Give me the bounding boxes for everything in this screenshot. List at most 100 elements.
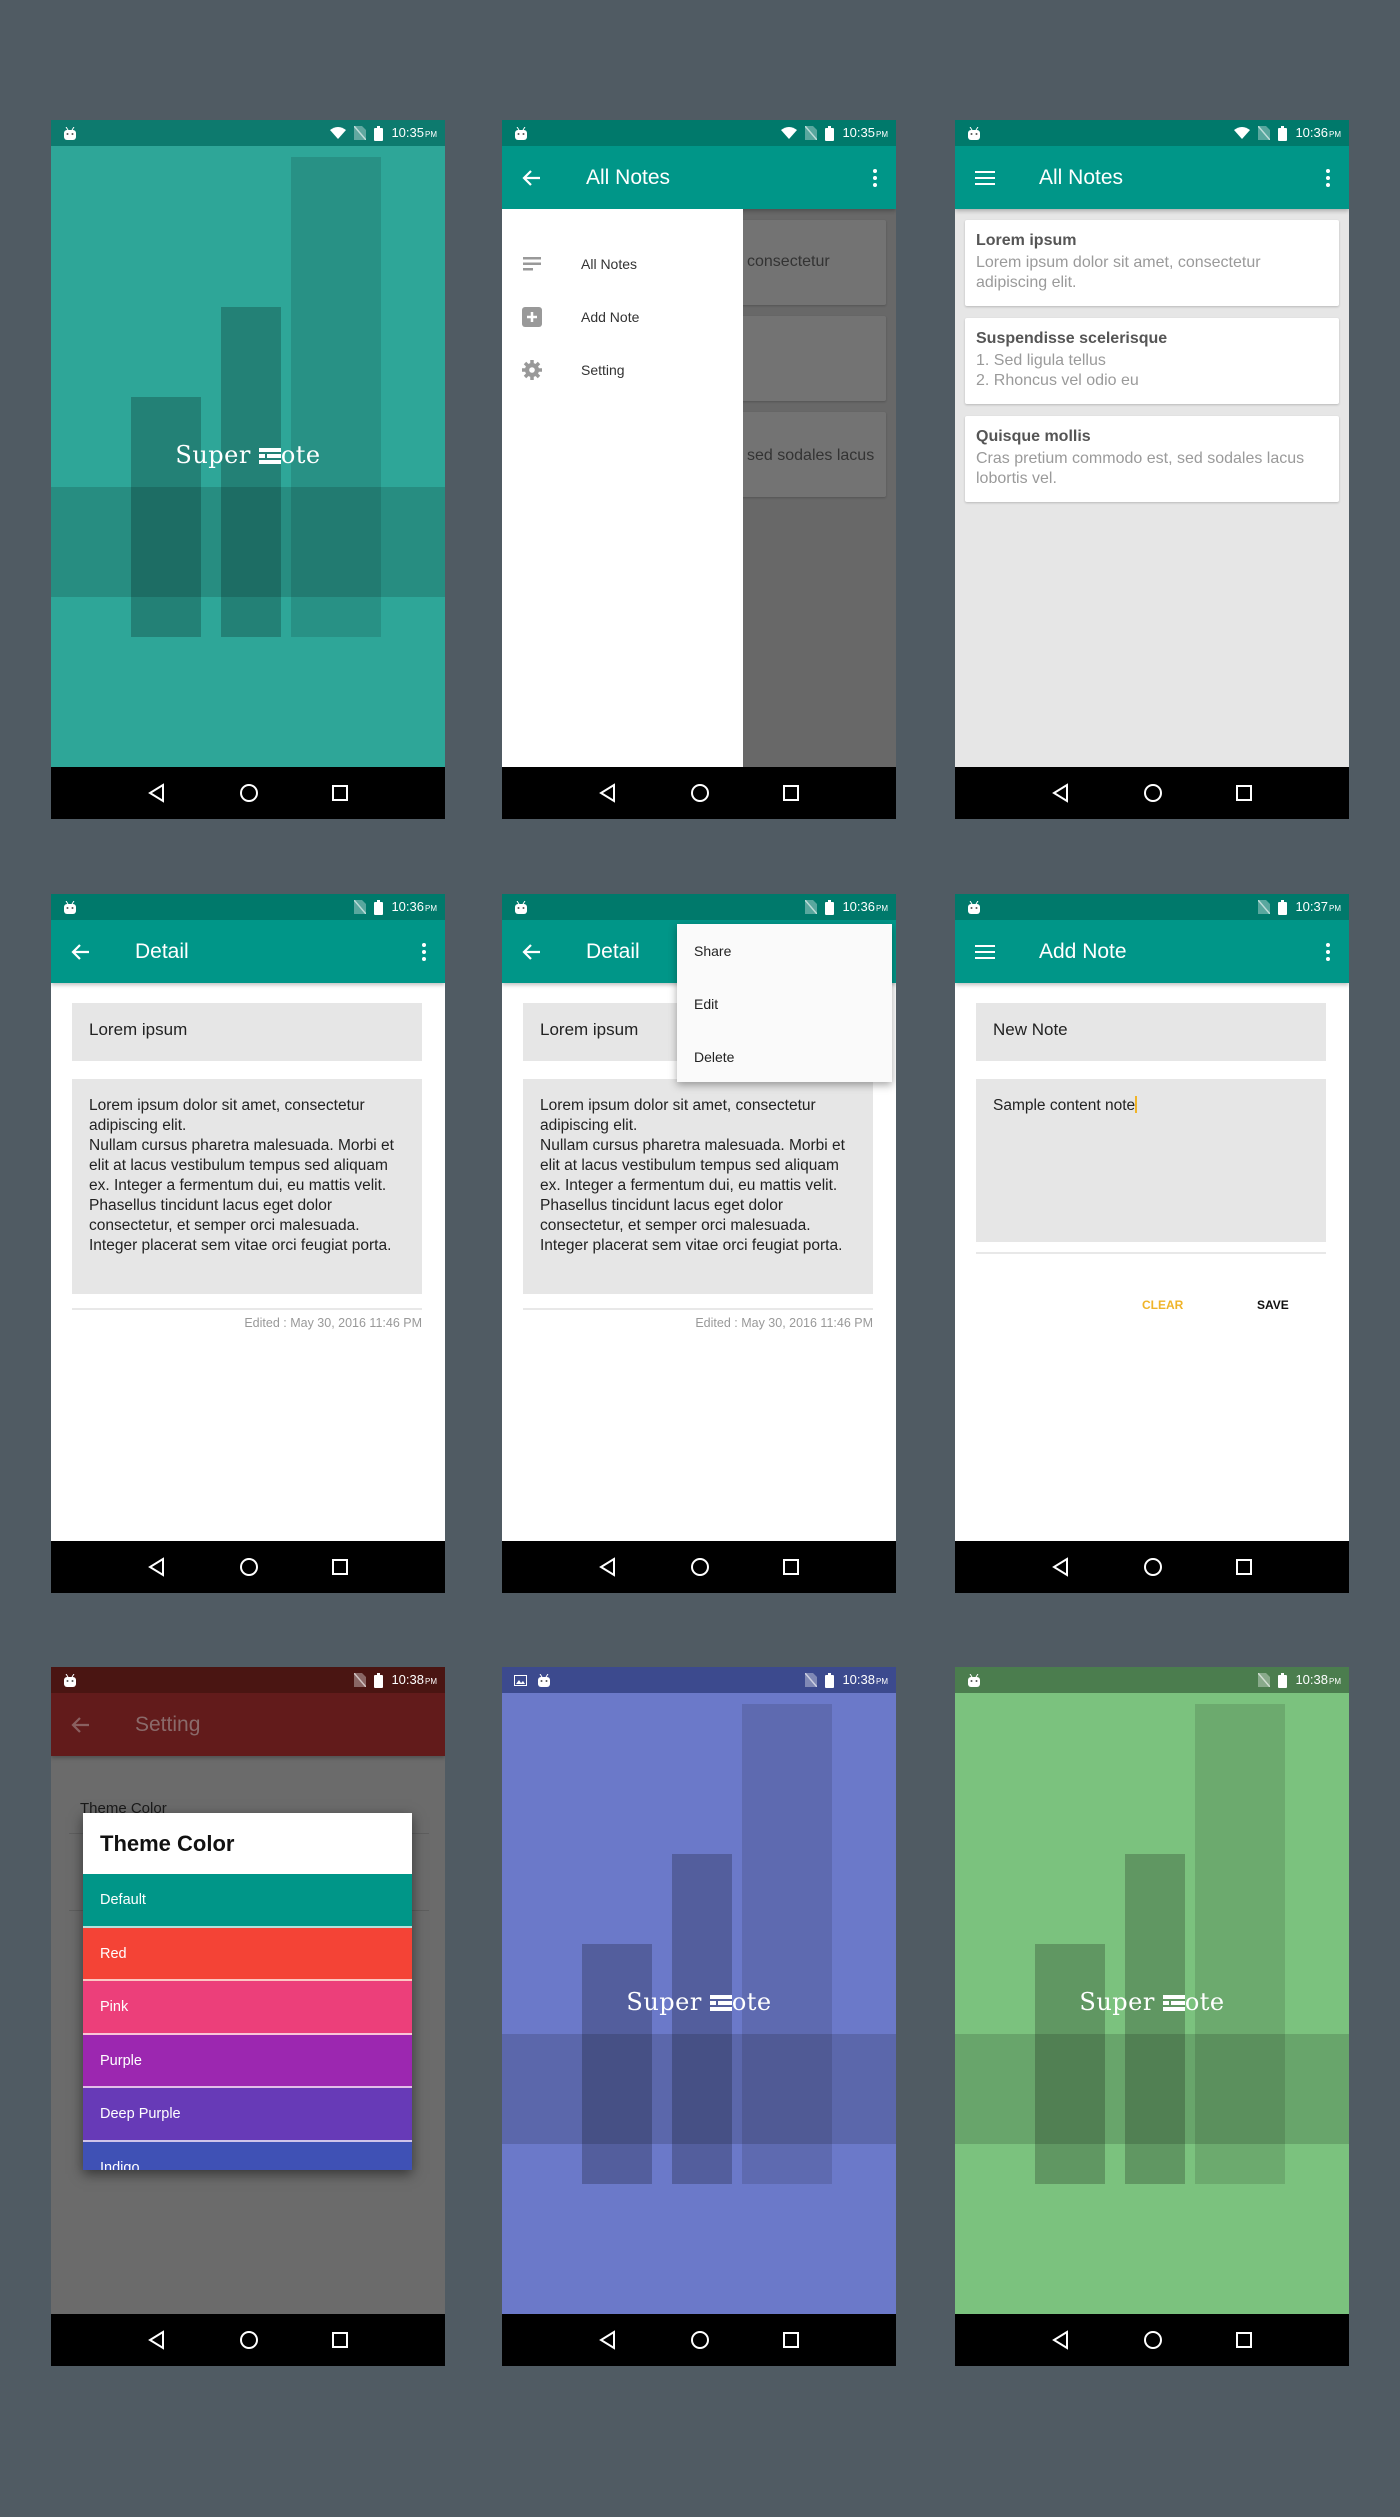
status-bar: 10:38PM [955, 1667, 1349, 1693]
status-ampm: PM [425, 130, 437, 139]
menu-item-edit[interactable]: Edit [694, 996, 718, 1012]
phone-detail: 10:36PM Detail Lorem ipsum Lorem ipsum d… [51, 894, 445, 1593]
recents-nav-icon[interactable] [331, 1558, 349, 1576]
note-logo-mark-icon [709, 1995, 732, 2011]
android-icon [968, 900, 980, 914]
phone-detail-menu: 10:36PM Detail Lorem ipsum Lorem ipsum d… [502, 894, 896, 1593]
back-nav-icon[interactable] [147, 783, 167, 803]
menu-icon[interactable] [973, 166, 997, 190]
page-title: Add Note [1039, 939, 1127, 963]
navigation-drawer: All Notes Add Note Setting [502, 209, 743, 767]
back-nav-icon[interactable] [598, 2330, 618, 2350]
recents-nav-icon[interactable] [1235, 1558, 1253, 1576]
phone-setting: 10:38PM Setting Theme Color Theme Color … [51, 1667, 445, 2366]
wifi-icon [1234, 127, 1251, 139]
divider [976, 1252, 1326, 1254]
recents-nav-icon[interactable] [782, 784, 800, 802]
status-time: 10:35 [842, 125, 875, 140]
add-box-icon [522, 307, 542, 327]
recents-nav-icon[interactable] [782, 1558, 800, 1576]
app-logo: Super ote [626, 1988, 772, 2016]
android-icon [64, 1673, 76, 1687]
arrow-back-icon[interactable] [69, 1713, 93, 1737]
back-nav-icon[interactable] [1051, 2330, 1071, 2350]
arrow-back-icon[interactable] [520, 166, 544, 190]
home-nav-icon[interactable] [1143, 1557, 1163, 1577]
home-nav-icon[interactable] [239, 1557, 259, 1577]
home-nav-icon[interactable] [239, 783, 259, 803]
status-time: 10:38 [842, 1672, 875, 1687]
system-nav-bar [51, 2314, 445, 2366]
menu-item-delete[interactable]: Delete [694, 1049, 734, 1065]
note-card-snippet: consectetur [747, 253, 830, 270]
save-button[interactable]: SAVE [1257, 1298, 1289, 1312]
divider [72, 1308, 422, 1310]
drawer-item-all-notes[interactable]: All Notes [502, 244, 743, 284]
more-options-icon[interactable] [1325, 942, 1331, 961]
battery-icon [1278, 899, 1288, 915]
menu-icon[interactable] [973, 940, 997, 964]
page-title: All Notes [1039, 165, 1124, 189]
phone-all-notes: 10:36PM All Notes Lorem ipsum Lorem ipsum… [955, 120, 1349, 819]
note-content-input[interactable]: Sample content note [976, 1079, 1326, 1242]
back-nav-icon[interactable] [147, 2330, 167, 2350]
note-card-snippet: sed sodales lacus [747, 447, 875, 464]
home-nav-icon[interactable] [239, 2330, 259, 2350]
app-bar: Add Note [955, 920, 1349, 983]
no-sim-icon [805, 1673, 818, 1687]
home-nav-icon[interactable] [1143, 783, 1163, 803]
theme-option-pink[interactable]: Pink [83, 1981, 412, 2035]
status-time: 10:37 [1295, 899, 1328, 914]
arrow-back-icon[interactable] [69, 940, 93, 964]
status-ampm: PM [1329, 1677, 1341, 1686]
more-options-icon[interactable] [421, 942, 427, 961]
home-nav-icon[interactable] [1143, 2330, 1163, 2350]
system-nav-bar [51, 1541, 445, 1593]
system-nav-bar [955, 767, 1349, 819]
status-time: 10:36 [1295, 125, 1328, 140]
back-nav-icon[interactable] [598, 783, 618, 803]
theme-option-default[interactable]: Default [83, 1874, 412, 1928]
home-nav-icon[interactable] [690, 1557, 710, 1577]
menu-item-share[interactable]: Share [694, 943, 731, 959]
home-nav-icon[interactable] [690, 2330, 710, 2350]
drawer-item-add-note[interactable]: Add Note [502, 297, 743, 337]
drawer-item-setting[interactable]: Setting [502, 350, 743, 390]
recents-nav-icon[interactable] [331, 2331, 349, 2349]
more-options-icon[interactable] [872, 168, 878, 187]
status-bar: 10:37PM [955, 894, 1349, 920]
android-icon [64, 900, 76, 914]
note-title-input[interactable]: New Note [976, 1003, 1326, 1061]
status-bar: 10:38PM [51, 1667, 445, 1693]
system-nav-bar [502, 767, 896, 819]
back-nav-icon[interactable] [598, 1557, 618, 1577]
status-ampm: PM [1329, 130, 1341, 139]
recents-nav-icon[interactable] [782, 2331, 800, 2349]
android-icon [968, 126, 980, 140]
recents-nav-icon[interactable] [1235, 784, 1253, 802]
recents-nav-icon[interactable] [1235, 2331, 1253, 2349]
phone-splash-green: 10:38PM Super ote [955, 1667, 1349, 2366]
arrow-back-icon[interactable] [520, 940, 544, 964]
theme-option-indigo[interactable]: Indigo [83, 2141, 412, 2170]
app-bar: Setting [51, 1693, 445, 1756]
note-card[interactable]: Suspendisse scelerisque 1. Sed ligula tel… [965, 318, 1339, 404]
note-card[interactable]: Quisque mollis Cras pretium commodo est, … [965, 416, 1339, 502]
back-nav-icon[interactable] [1051, 783, 1071, 803]
theme-option-deep-purple[interactable]: Deep Purple [83, 2088, 412, 2142]
content-text: Sample content note [993, 1097, 1136, 1114]
back-nav-icon[interactable] [147, 1557, 167, 1577]
home-nav-icon[interactable] [690, 783, 710, 803]
back-nav-icon[interactable] [1051, 1557, 1071, 1577]
theme-option-purple[interactable]: Purple [83, 2034, 412, 2088]
divider [523, 1308, 873, 1310]
edited-timestamp: Edited : May 30, 2016 11:46 PM [244, 1316, 422, 1330]
note-logo-mark-icon [1162, 1995, 1185, 2011]
page-title: Setting [135, 1712, 201, 1736]
status-time: 10:38 [1295, 1672, 1328, 1687]
theme-option-red[interactable]: Red [83, 1927, 412, 1981]
clear-button[interactable]: CLEAR [1142, 1298, 1183, 1312]
note-card[interactable]: Lorem ipsum Lorem ipsum dolor sit amet, c… [965, 220, 1339, 306]
recents-nav-icon[interactable] [331, 784, 349, 802]
more-options-icon[interactable] [1325, 168, 1331, 187]
